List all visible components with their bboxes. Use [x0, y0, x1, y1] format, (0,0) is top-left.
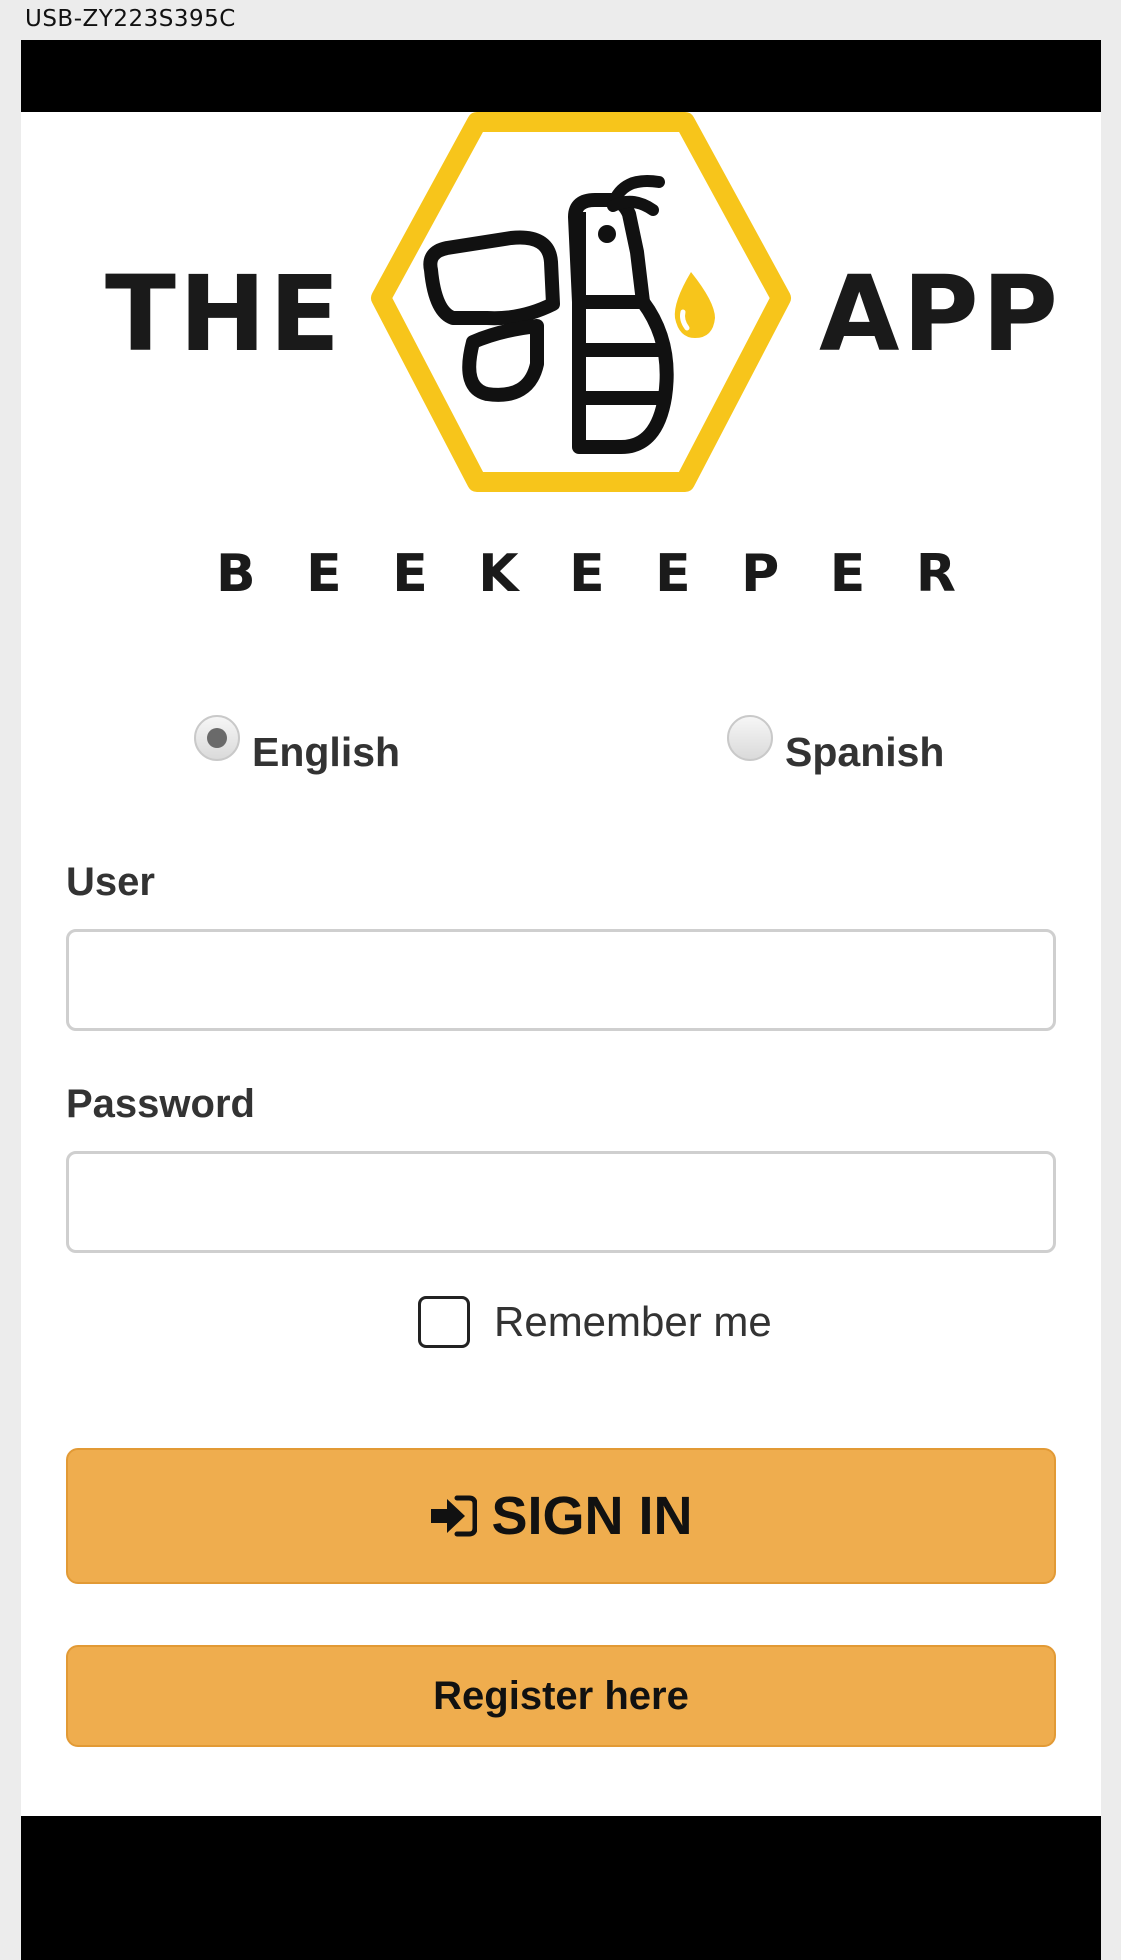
- radio-spanish[interactable]: Spanish: [727, 713, 944, 776]
- logo-letter: P: [741, 544, 780, 604]
- password-label: Password: [66, 1082, 255, 1126]
- user-input[interactable]: [66, 929, 1056, 1031]
- register-button[interactable]: Register here: [66, 1645, 1056, 1747]
- radio-english-circle[interactable]: [194, 715, 240, 761]
- window-title: USB-ZY223S395C: [25, 6, 236, 32]
- logo-letter: R: [915, 544, 956, 604]
- logo-subtitle: B E E K E E P E R: [216, 548, 956, 600]
- radio-english[interactable]: English: [194, 713, 400, 776]
- logo-letter: E: [569, 544, 605, 604]
- sign-in-button[interactable]: SIGN IN: [66, 1448, 1056, 1584]
- sign-in-icon: [431, 1495, 478, 1537]
- app-logo: THE APP B E E K E E P E R: [21, 112, 1101, 672]
- logo-word-left: THE: [105, 253, 344, 375]
- bottom-nav-bar: [21, 1816, 1101, 1960]
- user-label: User: [66, 860, 155, 904]
- register-label: Register here: [433, 1673, 689, 1718]
- app-frame: THE APP B E E K E E P E R English Spanis…: [21, 40, 1101, 1960]
- top-status-bar: [21, 40, 1101, 112]
- logo-letter: E: [829, 544, 866, 604]
- bee-hexagon-icon: [371, 112, 791, 492]
- radio-spanish-label[interactable]: Spanish: [785, 729, 944, 776]
- remember-me-label[interactable]: Remember me: [494, 1298, 772, 1346]
- logo-letter: K: [478, 544, 519, 604]
- password-input[interactable]: [66, 1151, 1056, 1253]
- sign-in-label: SIGN IN: [491, 1486, 693, 1546]
- logo-letter: E: [306, 544, 342, 604]
- remember-me-checkbox[interactable]: [418, 1296, 470, 1348]
- logo-letter: E: [392, 544, 428, 604]
- logo-word-right: APP: [819, 253, 1061, 375]
- language-selector: English Spanish: [21, 713, 1101, 776]
- radio-english-label[interactable]: English: [252, 729, 400, 776]
- logo-letter: E: [655, 544, 691, 604]
- remember-me[interactable]: Remember me: [418, 1296, 772, 1348]
- logo-letter: B: [216, 544, 256, 604]
- radio-spanish-circle[interactable]: [727, 715, 773, 761]
